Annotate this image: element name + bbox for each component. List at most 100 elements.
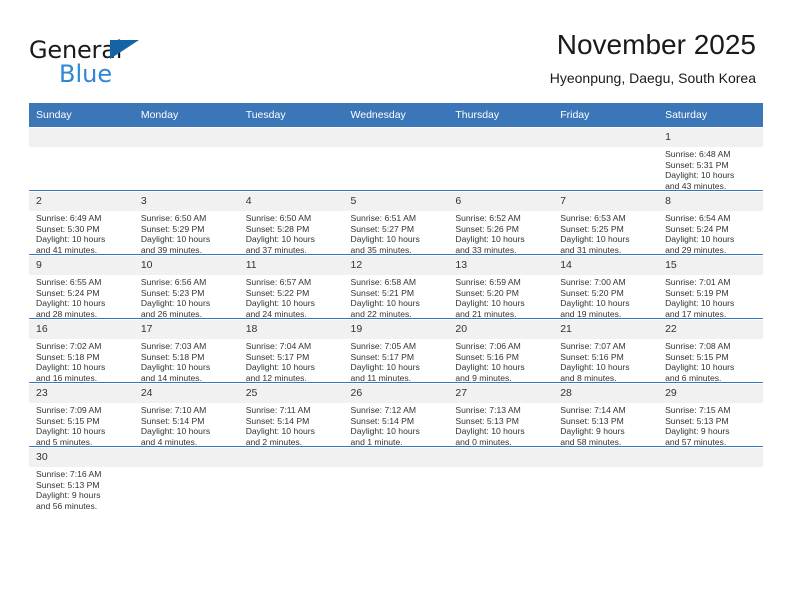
day-sunset-text: Sunset: 5:16 PM: [560, 351, 624, 362]
day-daylight-line2-text: and 33 minutes.: [455, 244, 517, 255]
day-number: 16: [29, 319, 134, 339]
day-number: 25: [238, 383, 344, 403]
calendar-day-cell[interactable]: 20 Sunrise: 7:06 AM Sunset: 5:16 PM Dayligh…: [448, 318, 554, 383]
day-sun-details: Sunrise: 6:52 AM Sunset: 5:26 PM Daylight:…: [448, 211, 553, 255]
day-daylight-line2-text: and 8 minutes.: [560, 372, 617, 383]
day-box: 8 Sunrise: 6:54 AM Sunset: 5:24 PM Daylight…: [658, 191, 763, 255]
weekday-header-wednesday: Wednesday: [343, 103, 449, 127]
calendar-day-cell[interactable]: 30 Sunrise: 7:16 AM Sunset: 5:13 PM Dayligh…: [29, 447, 134, 511]
calendar-day-cell[interactable]: 10 Sunrise: 6:56 AM Sunset: 5:23 PM Dayligh…: [133, 254, 239, 319]
day-sunset-text: Sunset: 5:21 PM: [350, 287, 415, 298]
calendar-day-cell[interactable]: 26 Sunrise: 7:12 AM Sunset: 5:14 PM Dayligh…: [343, 382, 449, 447]
day-number: 14: [553, 255, 659, 275]
day-sun-details: Sunrise: 6:49 AM Sunset: 5:30 PM Daylight:…: [29, 211, 134, 255]
day-box: [29, 127, 134, 190]
calendar-day-cell[interactable]: 13 Sunrise: 6:59 AM Sunset: 5:20 PM Dayligh…: [448, 254, 554, 319]
day-sunrise-text: Sunrise: 7:10 AM: [140, 405, 207, 415]
day-daylight-line1-text: Daylight: 10 hours: [455, 426, 525, 437]
day-daylight-line1-text: Daylight: 10 hours: [455, 234, 525, 245]
calendar-day-cell[interactable]: 1 Sunrise: 6:48 AM Sunset: 5:31 PM Daylight…: [658, 127, 763, 191]
day-number: 30: [29, 447, 134, 467]
day-sunrise-text: Sunrise: 7:11 AM: [245, 405, 311, 415]
day-sunset-text: Sunset: 5:18 PM: [140, 351, 205, 362]
calendar-day-cell[interactable]: 5 Sunrise: 6:51 AM Sunset: 5:27 PM Daylight…: [343, 190, 449, 255]
page-subtitle: Hyeonpung, Daegu, South Korea: [549, 70, 756, 86]
day-sun-details: Sunrise: 6:50 AM Sunset: 5:29 PM Daylight:…: [134, 211, 239, 255]
day-box: 24 Sunrise: 7:10 AM Sunset: 5:14 PM Dayligh…: [133, 383, 239, 447]
calendar-day-cell[interactable]: 25 Sunrise: 7:11 AM Sunset: 5:14 PM Dayligh…: [238, 382, 344, 447]
calendar-day-cell[interactable]: 8 Sunrise: 6:54 AM Sunset: 5:24 PM Daylight…: [658, 190, 763, 255]
generalblue-logo: General Blue: [29, 36, 219, 92]
calendar-day-cell[interactable]: 16 Sunrise: 7:02 AM Sunset: 5:18 PM Dayligh…: [29, 318, 134, 383]
day-sunrise-text: Sunrise: 6:48 AM: [665, 149, 731, 159]
calendar-day-cell[interactable]: 27 Sunrise: 7:13 AM Sunset: 5:13 PM Dayligh…: [448, 382, 554, 447]
day-daylight-line2-text: and 19 minutes.: [560, 308, 622, 319]
day-daylight-line1-text: Daylight: 10 hours: [140, 362, 211, 373]
day-daylight-line2-text: and 39 minutes.: [140, 244, 202, 255]
logo-triangle-icon: [110, 40, 139, 59]
day-number: 27: [448, 383, 554, 403]
day-sunset-text: Sunset: 5:24 PM: [36, 287, 100, 298]
day-sunrise-text: Sunrise: 7:01 AM: [665, 277, 731, 287]
day-daylight-line2-text: and 37 minutes.: [245, 244, 307, 255]
calendar-cell-empty: [238, 127, 344, 191]
calendar-cell-empty: [343, 127, 449, 191]
day-sunset-text: Sunset: 5:13 PM: [36, 479, 100, 490]
calendar-day-cell[interactable]: 7 Sunrise: 6:53 AM Sunset: 5:25 PM Daylight…: [553, 190, 659, 255]
calendar-day-cell[interactable]: 24 Sunrise: 7:10 AM Sunset: 5:14 PM Dayligh…: [133, 382, 239, 447]
calendar-day-cell[interactable]: 12 Sunrise: 6:58 AM Sunset: 5:21 PM Dayligh…: [343, 254, 449, 319]
calendar-day-cell[interactable]: 19 Sunrise: 7:05 AM Sunset: 5:17 PM Dayligh…: [343, 318, 449, 383]
day-daylight-line1-text: Daylight: 10 hours: [455, 298, 525, 309]
calendar-day-cell[interactable]: 29 Sunrise: 7:15 AM Sunset: 5:13 PM Dayligh…: [658, 382, 763, 447]
calendar-day-cell[interactable]: 17 Sunrise: 7:03 AM Sunset: 5:18 PM Dayligh…: [133, 318, 239, 383]
day-sunset-text: Sunset: 5:15 PM: [665, 351, 729, 362]
calendar-day-cell[interactable]: 23 Sunrise: 7:09 AM Sunset: 5:15 PM Dayligh…: [29, 382, 134, 447]
day-box: 20 Sunrise: 7:06 AM Sunset: 5:16 PM Dayligh…: [448, 319, 554, 383]
day-daylight-line1-text: Daylight: 10 hours: [245, 298, 315, 309]
day-sun-details: Sunrise: 7:02 AM Sunset: 5:18 PM Daylight:…: [29, 339, 134, 383]
day-sun-details: Sunrise: 7:07 AM Sunset: 5:16 PM Daylight:…: [553, 339, 658, 383]
title-block: November 2025 Hyeonpung, Daegu, South Ko…: [550, 28, 756, 87]
day-number: 13: [448, 255, 554, 275]
calendar-day-cell[interactable]: 3 Sunrise: 6:50 AM Sunset: 5:29 PM Daylight…: [133, 190, 239, 255]
calendar-week-row: 1 Sunrise: 6:48 AM Sunset: 5:31 PM Daylight…: [29, 127, 763, 191]
day-box: 26 Sunrise: 7:12 AM Sunset: 5:14 PM Dayligh…: [343, 383, 449, 447]
day-box: 21 Sunrise: 7:07 AM Sunset: 5:16 PM Dayligh…: [553, 319, 659, 383]
day-number: [238, 127, 344, 147]
calendar-day-cell[interactable]: 9 Sunrise: 6:55 AM Sunset: 5:24 PM Daylight…: [29, 254, 134, 319]
day-daylight-line1-text: Daylight: 9 hours: [36, 490, 101, 501]
day-number: 10: [133, 255, 239, 275]
calendar-day-cell[interactable]: 15 Sunrise: 7:01 AM Sunset: 5:19 PM Dayligh…: [658, 254, 763, 319]
day-daylight-line2-text: and 24 minutes.: [245, 308, 307, 319]
day-sun-details: Sunrise: 7:16 AM Sunset: 5:13 PM Daylight:…: [29, 467, 134, 511]
calendar-day-cell[interactable]: 14 Sunrise: 7:00 AM Sunset: 5:20 PM Dayligh…: [553, 254, 659, 319]
calendar-day-cell[interactable]: 18 Sunrise: 7:04 AM Sunset: 5:17 PM Dayligh…: [238, 318, 344, 383]
day-sunrise-text: Sunrise: 7:02 AM: [36, 341, 102, 351]
calendar-day-cell[interactable]: 22 Sunrise: 7:08 AM Sunset: 5:15 PM Dayligh…: [658, 318, 763, 383]
calendar-day-cell[interactable]: 11 Sunrise: 6:57 AM Sunset: 5:22 PM Dayligh…: [238, 254, 344, 319]
day-sunset-text: Sunset: 5:30 PM: [36, 223, 100, 234]
day-sunset-text: Sunset: 5:29 PM: [140, 223, 205, 234]
calendar-day-cell[interactable]: 6 Sunrise: 6:52 AM Sunset: 5:26 PM Daylight…: [448, 190, 554, 255]
day-daylight-line2-text: and 2 minutes.: [245, 436, 303, 447]
weekday-header-saturday: Saturday: [658, 103, 763, 127]
day-box: 29 Sunrise: 7:15 AM Sunset: 5:13 PM Dayligh…: [658, 383, 763, 447]
day-box: 30 Sunrise: 7:16 AM Sunset: 5:13 PM Dayligh…: [29, 447, 134, 511]
day-daylight-line1-text: Daylight: 10 hours: [140, 298, 211, 309]
day-number: 15: [658, 255, 763, 275]
calendar-day-cell[interactable]: 4 Sunrise: 6:50 AM Sunset: 5:28 PM Daylight…: [238, 190, 344, 255]
calendar-day-cell[interactable]: 2 Sunrise: 6:49 AM Sunset: 5:30 PM Daylight…: [29, 190, 134, 255]
day-sun-details: Sunrise: 7:14 AM Sunset: 5:13 PM Daylight:…: [553, 403, 658, 447]
day-number: 7: [553, 191, 659, 211]
day-box: 10 Sunrise: 6:56 AM Sunset: 5:23 PM Dayligh…: [133, 255, 239, 319]
calendar-day-cell[interactable]: 28 Sunrise: 7:14 AM Sunset: 5:13 PM Dayligh…: [553, 382, 659, 447]
day-sunset-text: Sunset: 5:17 PM: [350, 351, 415, 362]
calendar-week-row: 9 Sunrise: 6:55 AM Sunset: 5:24 PM Daylight…: [29, 254, 763, 319]
calendar-cell-empty: [29, 127, 134, 191]
day-sunrise-text: Sunrise: 7:07 AM: [560, 341, 626, 351]
day-number: 26: [343, 383, 449, 403]
day-daylight-line1-text: Daylight: 10 hours: [245, 426, 315, 437]
day-daylight-line2-text: and 21 minutes.: [455, 308, 517, 319]
day-daylight-line1-text: Daylight: 9 hours: [560, 426, 625, 437]
calendar-day-cell[interactable]: 21 Sunrise: 7:07 AM Sunset: 5:16 PM Dayligh…: [553, 318, 659, 383]
